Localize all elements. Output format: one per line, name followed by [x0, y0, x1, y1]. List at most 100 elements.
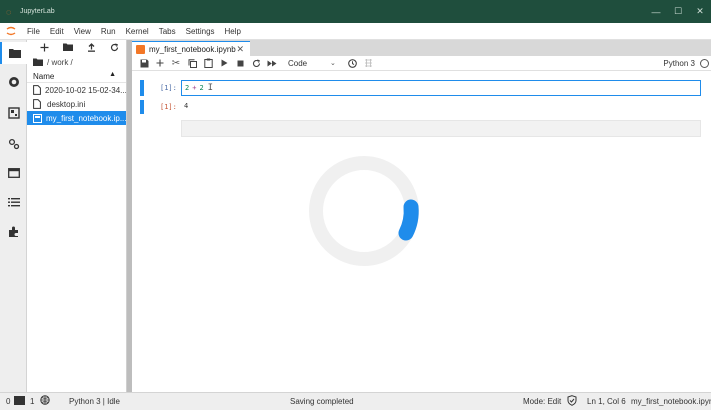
refresh-icon	[110, 42, 118, 51]
menu-kernel[interactable]: Kernel	[121, 27, 154, 36]
menu-file[interactable]: File	[22, 27, 45, 36]
kernel-name[interactable]: Python 3	[663, 59, 695, 68]
restart-run-all-button[interactable]	[264, 56, 280, 71]
restart-button[interactable]	[248, 56, 264, 71]
maximize-icon[interactable]: ☐	[667, 0, 689, 23]
menu-run[interactable]: Run	[96, 27, 121, 36]
plus-icon	[40, 43, 49, 51]
output-prompt: [1]:	[160, 103, 177, 111]
notebook-icon	[136, 44, 145, 54]
clock-icon	[347, 58, 357, 68]
empty-code-cell[interactable]	[132, 120, 711, 140]
output-collapser[interactable]	[140, 100, 144, 114]
status-bar: 0 1 Python 3 | Idle Saving completed Mod…	[0, 392, 711, 410]
play-icon	[221, 59, 227, 67]
cursor-position[interactable]: Ln 1, Col 6	[587, 397, 626, 406]
stop-icon	[237, 60, 243, 66]
cut-button[interactable]: ✂	[168, 56, 184, 71]
breadcrumb-path[interactable]: / work /	[47, 58, 73, 67]
cell-editor[interactable]	[181, 120, 701, 137]
close-icon[interactable]: ✕	[236, 44, 244, 55]
sidebar-tab-commands[interactable]	[0, 102, 27, 124]
kernel-count[interactable]: 1	[30, 397, 34, 406]
file-item[interactable]: 2020-10-02 15-02-34...	[27, 83, 126, 97]
cell-output: 4	[184, 102, 189, 110]
menu-tabs[interactable]: Tabs	[154, 27, 181, 36]
new-folder-icon	[62, 43, 73, 51]
notebook-toolbar: ✂ Code ⌄ Python 3	[132, 56, 711, 71]
file-item-selected[interactable]: my_first_notebook.ip...	[27, 111, 126, 125]
minimize-icon[interactable]: —	[645, 0, 667, 23]
breadcrumb: / work /	[27, 54, 126, 70]
upload-button[interactable]	[80, 42, 103, 52]
scissors-icon: ✂	[171, 57, 181, 69]
sort-ascending-icon: ▲	[109, 71, 116, 78]
cell-collapser[interactable]	[140, 80, 144, 96]
clock-button[interactable]	[344, 56, 360, 71]
copy-button[interactable]	[184, 56, 200, 71]
sidebar-tab-extensions[interactable]	[0, 221, 27, 243]
code-token-number: 2	[185, 84, 190, 92]
run-button[interactable]	[216, 56, 232, 71]
code-token-number: 2	[199, 84, 204, 92]
paste-button[interactable]	[200, 56, 216, 71]
document-tab-bar: my_first_notebook.ipynb ✕	[132, 40, 711, 56]
folder-icon[interactable]	[33, 58, 43, 66]
menu-help[interactable]: Help	[220, 27, 246, 36]
status-message: Saving completed	[290, 397, 354, 406]
sidebar-tab-property-inspector[interactable]	[0, 133, 27, 155]
running-icon	[8, 77, 19, 87]
copy-icon	[188, 58, 197, 68]
menu-edit[interactable]: Edit	[45, 27, 69, 36]
tabs-icon	[7, 168, 20, 178]
menu-bar: File Edit View Run Kernel Tabs Settings …	[0, 23, 711, 40]
terminal-count[interactable]: 0	[6, 397, 10, 406]
close-window-icon[interactable]: ✕	[689, 0, 711, 23]
file-browser-panel: / work / Name ▲ 2020-10-02 15-02-34... d…	[27, 40, 127, 392]
input-prompt: [1]:	[160, 84, 177, 92]
refresh-button[interactable]	[103, 42, 126, 52]
save-icon	[140, 59, 148, 67]
jupyter-logo-icon	[0, 25, 22, 37]
menu-settings[interactable]: Settings	[181, 27, 220, 36]
file-item-name: 2020-10-02 15-02-34...	[45, 85, 126, 95]
loading-spinner	[309, 156, 419, 266]
new-folder-button[interactable]	[56, 43, 79, 51]
chevron-down-icon[interactable]: ⌄	[330, 59, 344, 67]
cell-type-select[interactable]: Code	[288, 59, 330, 68]
status-filename: my_first_notebook.ipynb	[631, 397, 711, 406]
notebook-icon	[33, 113, 42, 123]
interrupt-button[interactable]	[232, 56, 248, 71]
menu-view[interactable]: View	[69, 27, 96, 36]
file-icon	[33, 99, 43, 109]
editor-mode[interactable]: Mode: Edit	[523, 397, 561, 406]
fast-forward-icon	[267, 60, 277, 66]
gears-icon	[8, 138, 19, 150]
insert-cell-button[interactable]	[152, 56, 168, 71]
spinner-arc	[398, 199, 419, 241]
jupyter-app-icon: ◌	[6, 6, 12, 17]
kernel-status[interactable]: Python 3 | Idle	[69, 397, 120, 406]
sidebar-tab-running[interactable]	[0, 71, 27, 93]
window-controls: — ☐ ✕	[645, 0, 711, 23]
code-cell[interactable]: [1]: 2 + 2 I [1]: 4	[132, 78, 711, 118]
window-title: JupyterLab	[20, 8, 55, 15]
file-item-name: desktop.ini	[47, 99, 86, 109]
cell-editor[interactable]: 2 + 2 I	[181, 80, 701, 96]
file-item[interactable]: desktop.ini	[27, 97, 126, 111]
paste-icon	[203, 58, 213, 68]
notebook-area: my_first_notebook.ipynb ✕ ✂ Code ⌄ Pytho…	[132, 40, 711, 392]
git-icon[interactable]	[360, 56, 376, 71]
text-cursor-icon: I	[207, 83, 214, 93]
sidebar-tab-open-tabs[interactable]	[0, 162, 27, 184]
sidebar-tab-toc[interactable]	[0, 191, 27, 213]
folder-icon	[8, 49, 21, 58]
sidebar-tab-filebrowser[interactable]	[0, 42, 27, 64]
save-button[interactable]	[136, 56, 152, 71]
file-list-header-name[interactable]: Name ▲	[27, 70, 126, 83]
puzzle-icon	[8, 226, 18, 237]
column-header-name: Name	[33, 71, 55, 81]
file-item-name: my_first_notebook.ip...	[46, 113, 126, 123]
tab-notebook[interactable]: my_first_notebook.ipynb ✕	[132, 41, 250, 56]
new-launcher-button[interactable]	[33, 43, 56, 52]
